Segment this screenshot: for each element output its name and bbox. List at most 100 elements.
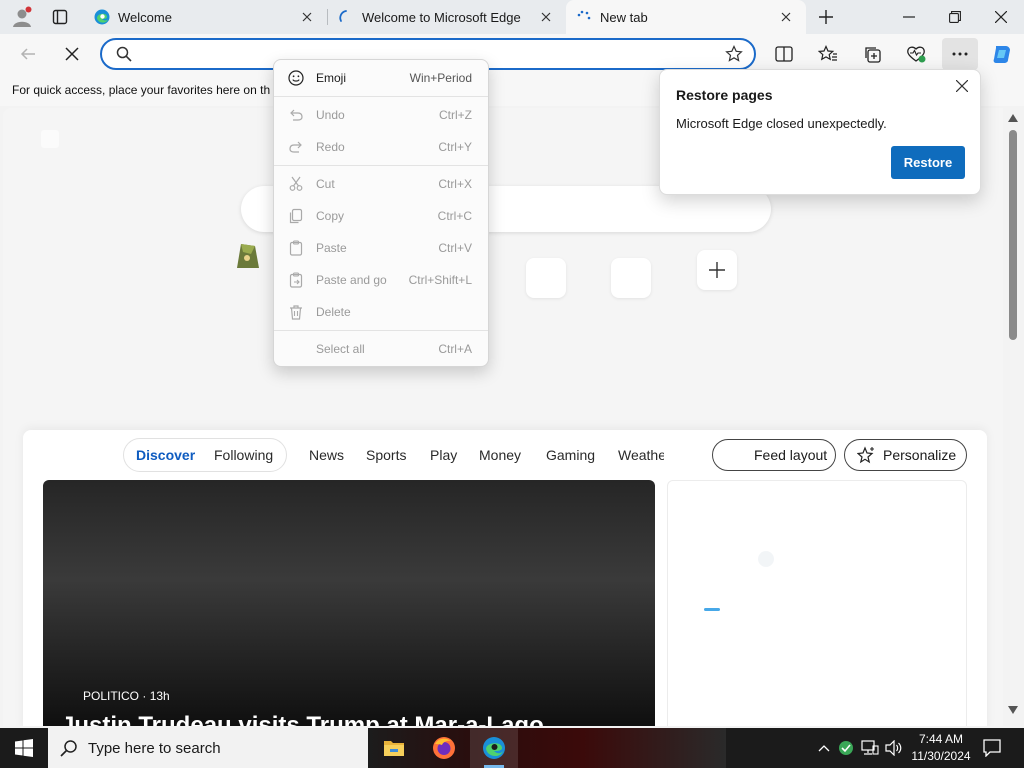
restore-popup-close-button[interactable] — [952, 76, 972, 96]
menu-separator — [274, 330, 488, 331]
clock[interactable]: 7:44 AM 11/30/2024 — [908, 731, 974, 765]
tab-close-button[interactable] — [776, 7, 796, 27]
stop-loading-button[interactable] — [56, 38, 88, 70]
system-tray: 7:44 AM 11/30/2024 — [808, 728, 1024, 768]
profile-avatar-icon — [13, 6, 32, 27]
split-screen-icon — [775, 46, 793, 62]
menu-label: Delete — [316, 305, 351, 319]
tab-welcome[interactable]: Welcome — [84, 0, 327, 34]
paste-go-icon — [287, 271, 305, 289]
undo-icon — [287, 106, 305, 124]
menu-item-cut[interactable]: Cut Ctrl+X — [274, 170, 488, 198]
split-screen-button[interactable] — [768, 38, 800, 70]
add-favorite-button[interactable] — [722, 42, 746, 66]
tab-welcome-edge[interactable]: Welcome to Microsoft Edge — [328, 0, 566, 34]
search-icon — [60, 740, 77, 757]
hero-news-card[interactable]: POLITICO · 13h Justin Trudeau visits Tru… — [43, 480, 655, 726]
page-logo-icon — [41, 130, 59, 148]
menu-shortcut: Ctrl+V — [438, 241, 472, 255]
favorites-button[interactable] — [812, 38, 844, 70]
settings-and-more-button[interactable] — [942, 38, 978, 70]
scroll-up-arrow-icon[interactable] — [1008, 114, 1018, 122]
clock-date: 11/30/2024 — [911, 749, 971, 763]
restore-window-icon — [949, 11, 961, 23]
restore-pages-popup: Restore pages Microsoft Edge closed unex… — [659, 69, 981, 195]
notifications-button[interactable] — [982, 738, 1002, 758]
feed-tab-money[interactable]: Money — [479, 447, 521, 463]
close-icon — [995, 11, 1007, 23]
back-button[interactable] — [12, 38, 44, 70]
tray-app-button[interactable] — [836, 738, 856, 758]
profile-button[interactable] — [4, 0, 40, 34]
restore-button[interactable]: Restore — [891, 146, 965, 179]
news-feed: Discover Following News Sports Play Mone… — [23, 430, 987, 726]
collections-icon — [865, 47, 881, 63]
menu-item-copy[interactable]: Copy Ctrl+C — [274, 202, 488, 230]
taskbar-app-file-explorer[interactable] — [370, 728, 418, 768]
feed-tab-weather[interactable]: Weathe — [618, 447, 664, 463]
new-tab-button[interactable] — [810, 0, 842, 34]
menu-label: Cut — [316, 177, 335, 191]
close-icon — [302, 12, 312, 22]
menu-label: Redo — [316, 140, 345, 154]
start-button[interactable] — [0, 728, 48, 768]
minimize-icon — [903, 16, 915, 18]
close-window-button[interactable] — [978, 0, 1024, 34]
minimize-button[interactable] — [886, 0, 932, 34]
menu-label: Paste — [316, 241, 347, 255]
tab-title: Welcome — [118, 9, 172, 25]
sparkle-star-icon — [857, 446, 874, 464]
edge-icon — [483, 737, 505, 759]
volume-button[interactable] — [884, 738, 904, 758]
copilot-button[interactable] — [986, 38, 1018, 70]
feed-layout-button[interactable]: Feed layout — [712, 439, 836, 471]
feed-tab-gaming[interactable]: Gaming — [546, 447, 595, 463]
tab-actions-button[interactable] — [42, 0, 78, 34]
add-quick-link-button[interactable] — [697, 250, 737, 290]
taskbar-search-placeholder: Type here to search — [88, 739, 221, 757]
feed-tab-discover[interactable]: Discover — [136, 447, 195, 463]
restore-window-button[interactable] — [932, 0, 978, 34]
loading-indicator — [704, 608, 720, 611]
tab-new-tab[interactable]: New tab — [566, 0, 806, 34]
collections-button[interactable] — [856, 38, 888, 70]
menu-item-paste-and-go[interactable]: Paste and go Ctrl+Shift+L — [274, 266, 488, 294]
taskbar-app-firefox[interactable] — [420, 728, 468, 768]
network-button[interactable] — [860, 738, 880, 758]
scrollbar-thumb[interactable] — [1009, 130, 1017, 340]
scroll-down-arrow-icon[interactable] — [1008, 706, 1018, 714]
menu-item-select-all[interactable]: Select all Ctrl+A — [274, 335, 488, 363]
show-hidden-icons-button[interactable] — [814, 738, 834, 758]
menu-label: Select all — [316, 342, 365, 356]
menu-item-redo[interactable]: Redo Ctrl+Y — [274, 133, 488, 161]
quick-link-tile[interactable] — [526, 258, 566, 298]
browser-essentials-button[interactable] — [900, 38, 932, 70]
windows-logo-icon — [15, 739, 33, 757]
feed-tab-following[interactable]: Following — [214, 447, 273, 463]
menu-item-undo[interactable]: Undo Ctrl+Z — [274, 101, 488, 129]
file-explorer-icon — [384, 741, 404, 756]
menu-item-emoji[interactable]: Emoji Win+Period — [274, 64, 488, 92]
feed-tab-play[interactable]: Play — [430, 447, 457, 463]
loading-icon — [339, 10, 347, 22]
redo-icon — [287, 138, 305, 156]
side-card[interactable] — [667, 480, 967, 726]
taskbar-app-edge[interactable] — [470, 728, 518, 768]
mascot-icon[interactable] — [235, 240, 261, 272]
feed-tab-news[interactable]: News — [309, 447, 344, 463]
network-icon — [861, 740, 879, 755]
quick-link-tile[interactable] — [611, 258, 651, 298]
close-icon — [956, 80, 968, 92]
title-bar: Welcome Welcome to Microsoft Edge New ta… — [0, 0, 1024, 34]
menu-label: Emoji — [316, 71, 347, 85]
feed-tab-sports[interactable]: Sports — [366, 447, 406, 463]
personalize-button[interactable]: Personalize — [844, 439, 967, 471]
taskbar-search-box[interactable]: Type here to search — [48, 728, 368, 768]
menu-item-paste[interactable]: Paste Ctrl+V — [274, 234, 488, 262]
tray-app-icon — [839, 741, 853, 755]
context-menu: Emoji Win+Period Undo Ctrl+Z Redo Ctrl+Y… — [273, 59, 489, 367]
tab-close-button[interactable] — [536, 7, 556, 27]
tab-close-button[interactable] — [297, 7, 317, 27]
menu-item-delete[interactable]: Delete — [274, 298, 488, 326]
hero-headline: Justin Trudeau visits Trump at Mar-a-Lag… — [61, 712, 544, 726]
